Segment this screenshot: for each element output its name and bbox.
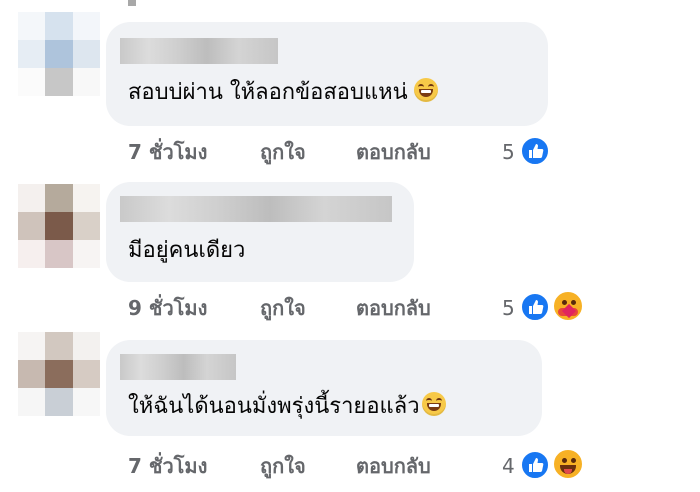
avatar[interactable] <box>18 332 100 416</box>
reaction-count[interactable]: 5 <box>502 138 515 166</box>
like-icon[interactable] <box>520 450 550 480</box>
like-button[interactable]: ถูกใจ <box>260 294 306 322</box>
like-button[interactable]: ถูกใจ <box>260 138 306 166</box>
comment-bubble: มีอยู่คนเดียว <box>106 182 414 282</box>
reply-button[interactable]: ตอบกลับ <box>356 294 431 322</box>
like-icon[interactable] <box>520 136 550 166</box>
avatar[interactable] <box>18 184 100 268</box>
like-icon[interactable] <box>520 292 550 322</box>
comment-text: ให้ฉันได้นอนมั่งพรุ่งนี้รายอแล้ว <box>128 392 446 422</box>
like-button[interactable]: ถูกใจ <box>260 452 306 480</box>
timestamp-link[interactable]: 7 ชั่วโมง <box>128 138 207 166</box>
timestamp-link[interactable]: 9 ชั่วโมง <box>128 294 207 322</box>
timestamp-link[interactable]: 7 ชั่วโมง <box>128 452 207 480</box>
avatar[interactable] <box>18 12 100 96</box>
laughing-emoji <box>421 392 446 416</box>
care-icon[interactable] <box>552 290 584 322</box>
reply-button[interactable]: ตอบกลับ <box>356 452 431 480</box>
commenter-name-redacted[interactable] <box>120 38 278 64</box>
reaction-count[interactable]: 4 <box>502 452 515 480</box>
reply-button[interactable]: ตอบกลับ <box>356 138 431 166</box>
commenter-name-redacted[interactable] <box>120 354 236 380</box>
comment: สอบบ่ผ่าน ให้ลอกข้อสอบแหน่ 7 ชั่วโมง ถูก… <box>0 0 700 168</box>
comment-text: สอบบ่ผ่าน ให้ลอกข้อสอบแหน่ <box>128 78 438 108</box>
grinning-sweat-emoji <box>413 78 438 102</box>
commenter-name-redacted[interactable] <box>120 196 392 222</box>
comment-bubble: ให้ฉันได้นอนมั่งพรุ่งนี้รายอแล้ว <box>106 340 542 436</box>
comment-bubble: สอบบ่ผ่าน ให้ลอกข้อสอบแหน่ <box>106 22 548 126</box>
comment: ให้ฉันได้นอนมั่งพรุ่งนี้รายอแล้ว 7 ชั่วโ… <box>0 328 700 492</box>
comment: มีอยู่คนเดียว 9 ชั่วโมง ถูกใจ ตอบกลับ 5 <box>0 168 700 328</box>
haha-icon[interactable] <box>552 448 584 480</box>
comment-text: มีอยู่คนเดียว <box>128 238 246 263</box>
reaction-count[interactable]: 5 <box>502 294 515 322</box>
